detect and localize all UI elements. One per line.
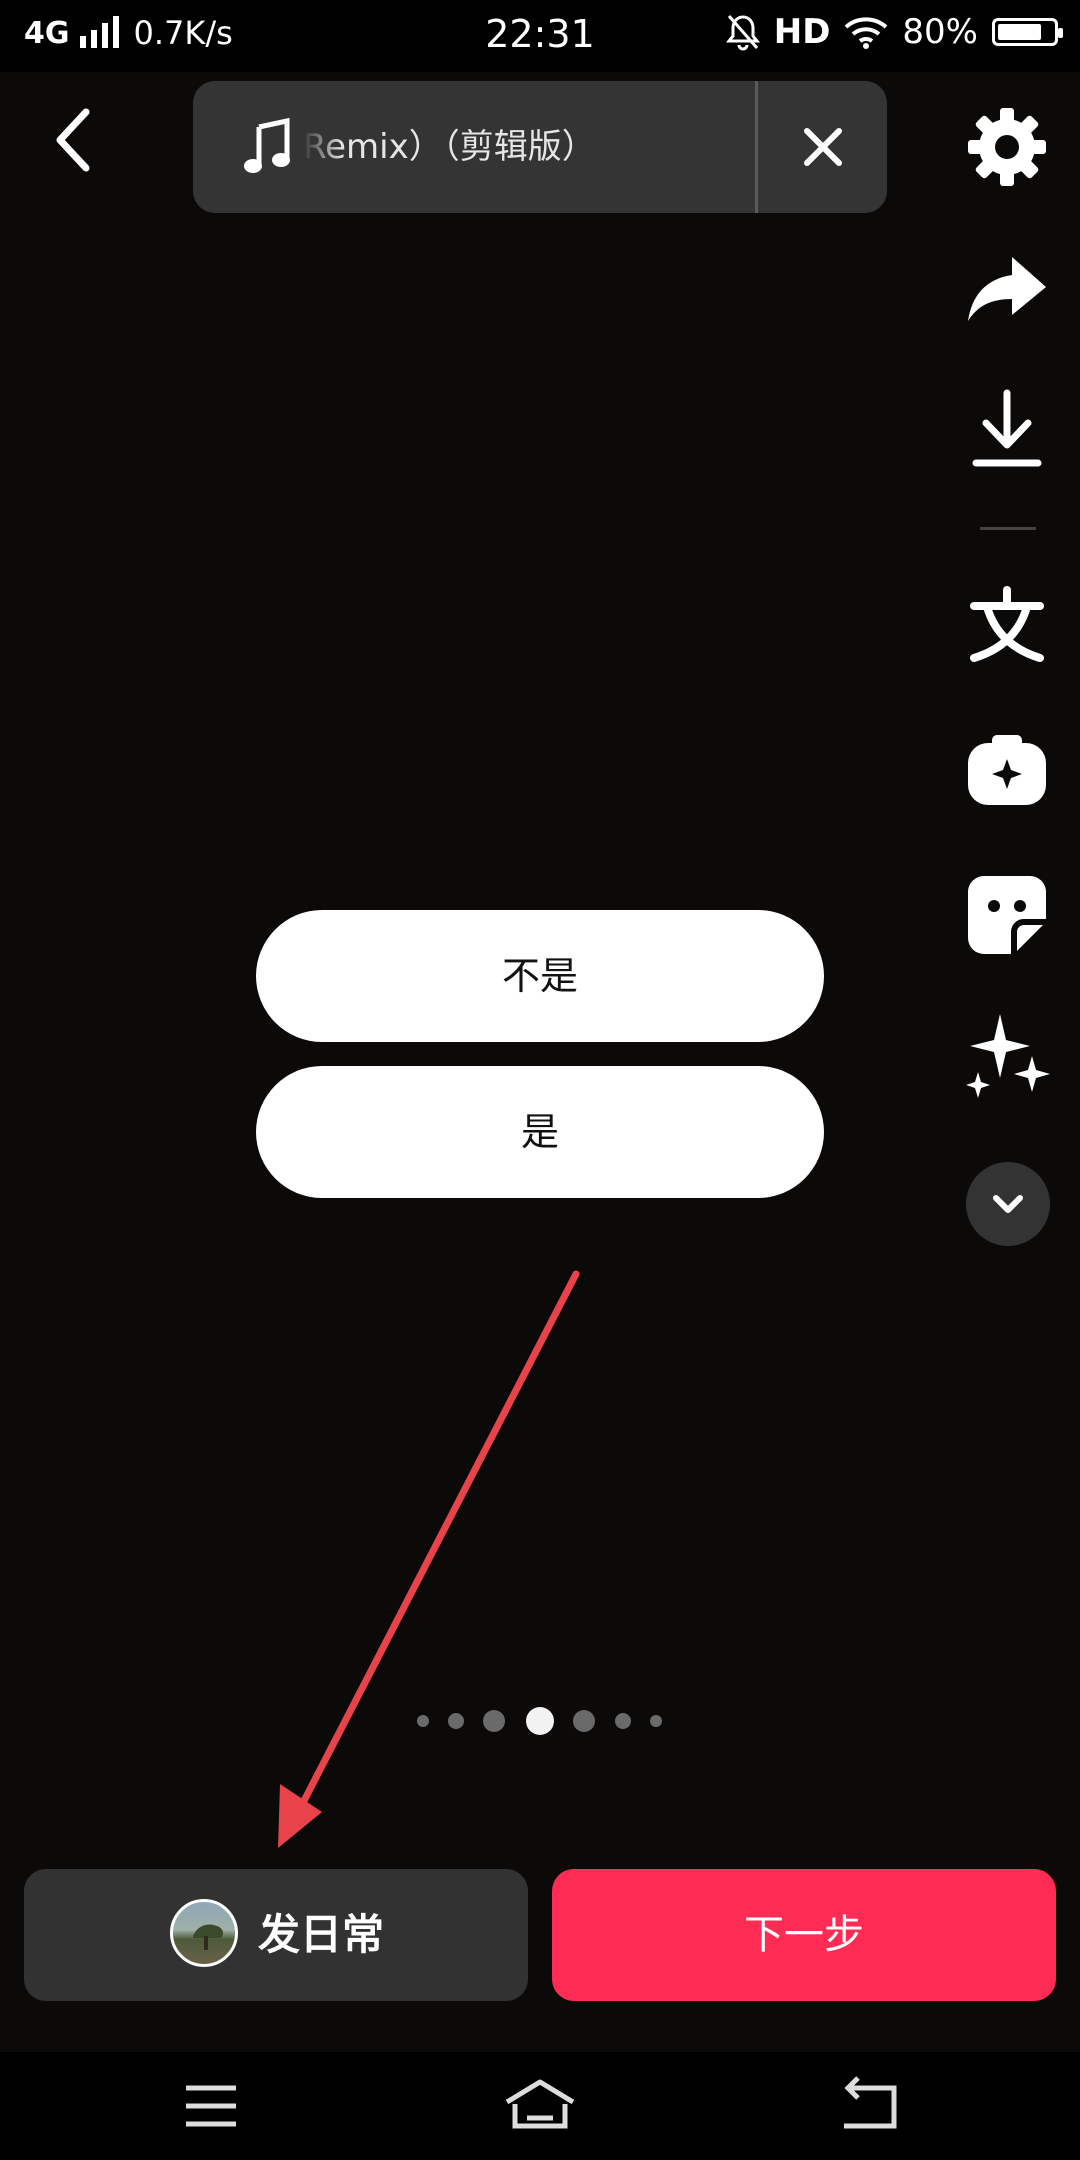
music-note-icon (244, 117, 290, 173)
title-fade (303, 111, 343, 181)
text-icon[interactable] (962, 582, 1052, 672)
post-daily-button[interactable]: 发日常 (24, 1869, 528, 2001)
back-nav-icon[interactable] (824, 2074, 914, 2138)
share-icon[interactable] (962, 245, 1052, 335)
option-no-button[interactable]: 不是 (256, 910, 824, 1042)
toolbar-divider (980, 527, 1036, 530)
home-icon[interactable] (495, 2074, 585, 2138)
page-dot (650, 1715, 662, 1727)
status-bar: 4G 0.7K/s 22:31 HD 80% (0, 0, 1080, 72)
avatar (170, 1899, 238, 1967)
next-step-button[interactable]: 下一步 (552, 1869, 1056, 2001)
post-daily-label: 发日常 (258, 1910, 385, 1959)
music-selector[interactable]: Remix）（剪辑版） (193, 81, 887, 213)
system-nav-bar (0, 2052, 1080, 2160)
bell-muted-icon (725, 15, 760, 51)
menu-icon[interactable] (166, 2074, 256, 2138)
page-dot (615, 1713, 631, 1729)
effects-sparkle-icon[interactable] (962, 1010, 1052, 1100)
option-yes-button[interactable]: 是 (256, 1066, 824, 1198)
battery-icon (992, 18, 1063, 46)
wifi-icon (845, 17, 888, 49)
download-icon[interactable] (962, 385, 1052, 475)
music-divider (755, 81, 758, 213)
gear-icon[interactable] (962, 102, 1052, 192)
back-icon[interactable] (40, 100, 110, 180)
sticker-icon[interactable] (962, 870, 1052, 960)
close-icon[interactable] (793, 117, 853, 177)
annotation-arrow (278, 1270, 580, 1848)
chevron-down-icon (993, 1195, 1023, 1213)
status-right: HD 80% (725, 12, 1063, 52)
more-tools-button[interactable] (966, 1162, 1050, 1246)
hd-badge: HD (773, 12, 831, 52)
battery-percent: 80% (902, 12, 978, 52)
camera-plus-icon[interactable] (962, 727, 1052, 817)
